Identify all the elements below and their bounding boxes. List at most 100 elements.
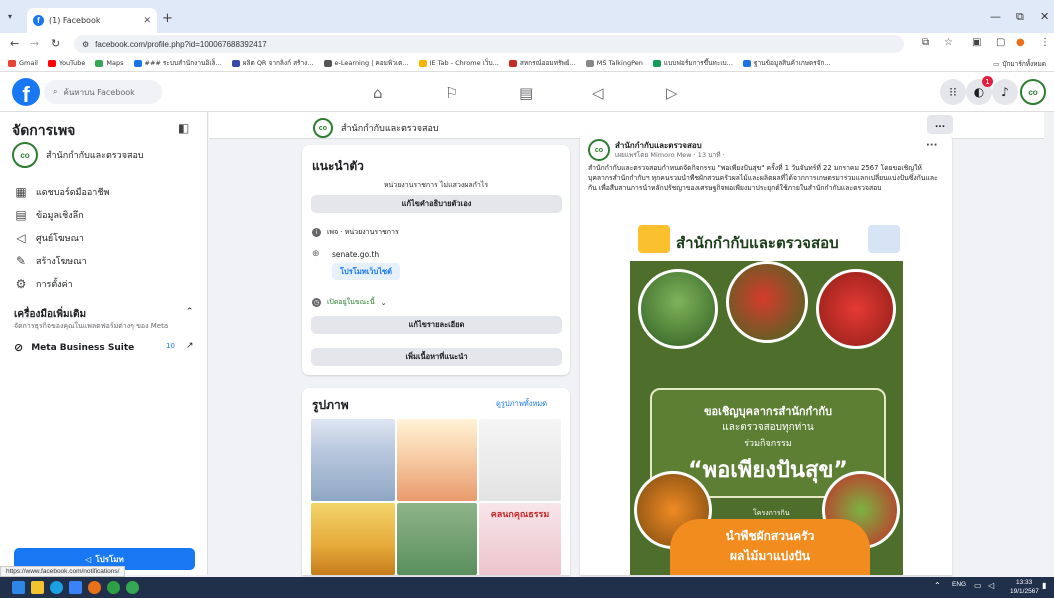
intro-title: แนะนำตัว: [312, 159, 364, 173]
bookmark-item[interactable]: e-Learning | คอมพิวเต...: [323, 58, 409, 68]
clock-date[interactable]: 19/1/2567: [1010, 588, 1039, 595]
page-scrollbar[interactable]: [1044, 112, 1054, 575]
hours-row[interactable]: ◷ เปิดอยู่ในขณะนี้ ⌄: [312, 297, 387, 308]
category-row: i เพจ · หน่วยงานราชการ: [312, 227, 399, 238]
bookmarks-bar: Gmail YouTube Maps ### ระบบสำนักงานอิเล็…: [0, 55, 1054, 72]
insights-nav-icon[interactable]: ▤: [519, 84, 533, 102]
agency-logo: [868, 225, 900, 253]
edit-bio-button[interactable]: แก้ไขคำอธิบายตัวเอง: [311, 195, 562, 213]
sidepanel-icon[interactable]: ▢: [996, 37, 1005, 48]
chrome-icon[interactable]: [88, 581, 101, 594]
poster-project-tag: โครงการกิน: [753, 509, 790, 517]
language-indicator[interactable]: ENG: [952, 581, 966, 588]
photo-thumbnail[interactable]: [311, 503, 395, 575]
clock-time[interactable]: 13:33: [1016, 579, 1032, 586]
home-icon[interactable]: ⌂: [373, 84, 383, 102]
bookmark-item[interactable]: Maps: [95, 59, 124, 67]
menu-icon[interactable]: ⋮: [1040, 37, 1050, 48]
page-header-name[interactable]: co สำนักกำกับและตรวจสอบ: [313, 118, 439, 138]
bookmark-item[interactable]: ผลิต QR จากลิงก์ สร้าง...: [231, 58, 314, 68]
menu-grid-icon[interactable]: ⁝⁝: [940, 79, 966, 105]
meta-business-suite-link[interactable]: ⊘ Meta Business Suite: [14, 341, 134, 354]
post-card: co สำนักกำกับและตรวจสอบ เผยแพร่โดย Mimor…: [580, 134, 952, 575]
restore-icon[interactable]: ⧉: [1016, 10, 1024, 24]
sidebar-item-insights[interactable]: ▤ ข้อมูลเชิงลึก: [14, 208, 83, 222]
edit-details-button[interactable]: แก้ไขรายละเอียด: [311, 316, 562, 334]
bookmark-item[interactable]: IE Tab - Chrome เว็บ...: [418, 58, 499, 68]
volume-icon[interactable]: ◁: [988, 581, 994, 590]
bookmark-item[interactable]: สหกรณ์ออมทรัพย์...: [508, 58, 576, 68]
flag-icon[interactable]: ⚐: [445, 84, 458, 102]
poster-banner: นำพืชผักสวนครัว ผลไม้มาแบ่งปัน: [670, 519, 870, 575]
video-icon[interactable]: ▷: [666, 84, 678, 102]
facebook-logo-icon[interactable]: f: [12, 78, 40, 106]
bookmark-item[interactable]: Gmail: [8, 59, 38, 67]
close-window-icon[interactable]: ✕: [1040, 10, 1049, 23]
post-options-icon[interactable]: ···: [926, 140, 937, 151]
more-tools-title: เครื่องมือเพิ่มเติม: [14, 309, 87, 320]
photo-caption: คลนกคุณธรรม: [490, 510, 550, 520]
page-more-button[interactable]: ...: [927, 115, 953, 134]
store-icon[interactable]: [69, 581, 82, 594]
sidebar-item-settings[interactable]: ⚙ การตั้งค่า: [14, 277, 73, 291]
network-icon[interactable]: ▭: [974, 581, 982, 590]
bookmark-item[interactable]: YouTube: [47, 59, 85, 67]
reload-icon[interactable]: ↻: [51, 37, 60, 50]
add-featured-button[interactable]: เพิ่มเนื้อหาที่แนะนำ: [311, 348, 562, 366]
post-meta: เผยแพร่โดย Mimoro Mew · 13 นาที ·: [615, 151, 725, 159]
browser-tab[interactable]: f (1) Facebook ✕: [27, 8, 157, 33]
tomato-image: [816, 269, 896, 349]
sidebar-page-name: สำนักกำกับและตรวจสอบ: [46, 151, 144, 161]
poster-header: สำนักกำกับและตรวจสอบ: [630, 215, 903, 261]
tab-search-icon[interactable]: ▾: [8, 12, 12, 21]
translate-icon[interactable]: ⧉: [922, 37, 929, 48]
notification-center-icon[interactable]: ▮: [1042, 581, 1046, 590]
bookmark-item[interactable]: ฐานข้อมูลสินค้าเกษตรจัก...: [742, 58, 831, 68]
line-icon[interactable]: [126, 581, 139, 594]
sidebar-page[interactable]: co สำนักกำกับและตรวจสอบ: [12, 142, 144, 168]
promote-website-button[interactable]: โปรโมทเว็บไซต์: [332, 263, 400, 280]
chevron-up-icon[interactable]: ⌃: [186, 307, 194, 317]
app-icon[interactable]: [107, 581, 120, 594]
windows-start-icon[interactable]: [12, 581, 25, 594]
meta-count-badge: 10: [166, 342, 175, 350]
bookmark-item[interactable]: ### ระบบสำนักงานอิเล็...: [133, 58, 222, 68]
see-all-photos-link[interactable]: ดูรูปภาพทั้งหมด: [496, 398, 547, 410]
tray-chevron-icon[interactable]: ⌃: [934, 581, 941, 590]
back-icon[interactable]: ←: [10, 37, 19, 50]
edge-icon[interactable]: [50, 581, 63, 594]
notifications-icon[interactable]: ♪: [992, 79, 1018, 105]
bookmark-item[interactable]: แบบฟอร์มการขึ้นทะเบ...: [652, 58, 733, 68]
photos-card: รูปภาพ ดูรูปภาพทั้งหมด คลนกคุณธรรม: [302, 388, 570, 575]
sidebar-item-create-ad[interactable]: ✎ สร้างโฆษณา: [14, 254, 87, 268]
bookmark-star-icon[interactable]: ☆: [944, 37, 953, 48]
website-link[interactable]: senate.go.th: [332, 250, 379, 259]
profile-icon[interactable]: ●: [1016, 37, 1025, 48]
new-tab-button[interactable]: +: [162, 11, 173, 26]
photo-thumbnail[interactable]: คลนกคุณธรรม: [479, 503, 561, 575]
site-info-icon[interactable]: ⚙: [82, 40, 89, 49]
file-explorer-icon[interactable]: [31, 581, 44, 594]
photo-thumbnail[interactable]: [311, 419, 395, 501]
ads-nav-icon[interactable]: ◁: [592, 84, 604, 102]
sidebar-item-ad-center[interactable]: ◁ ศูนย์โฆษณา: [14, 231, 84, 245]
extensions-icon[interactable]: ▣: [972, 37, 981, 48]
search-input[interactable]: ⌕ ค้นหาบน Facebook: [44, 80, 162, 104]
post-image[interactable]: สำนักกำกับและตรวจสอบ ขอเชิญบุคลากรสำนักก…: [630, 215, 903, 575]
photo-thumbnail[interactable]: [479, 419, 561, 501]
photo-thumbnail[interactable]: [397, 503, 477, 575]
page-avatar[interactable]: co: [1020, 79, 1046, 105]
all-bookmarks[interactable]: ▭ บุ๊กมาร์กทั้งหมด: [993, 59, 1046, 69]
notification-badge: 1: [982, 76, 993, 87]
bookmark-item[interactable]: MS TalkingPen: [585, 59, 643, 67]
url-text: facebook.com/profile.php?id=100067688392…: [95, 39, 267, 49]
address-bar[interactable]: ⚙ facebook.com/profile.php?id=1000676883…: [74, 35, 904, 53]
minimize-icon[interactable]: —: [990, 10, 1001, 23]
close-tab-icon[interactable]: ✕: [143, 16, 151, 26]
collapse-sidebar-icon[interactable]: ◧: [178, 121, 189, 135]
external-link-icon[interactable]: ↗: [186, 341, 194, 351]
forward-icon[interactable]: →: [30, 37, 39, 50]
sidebar-item-dashboard[interactable]: ▦ แดชบอร์ดมืออาชีพ: [14, 185, 109, 199]
photo-thumbnail[interactable]: [397, 419, 477, 501]
post-author-avatar[interactable]: co: [588, 139, 610, 161]
